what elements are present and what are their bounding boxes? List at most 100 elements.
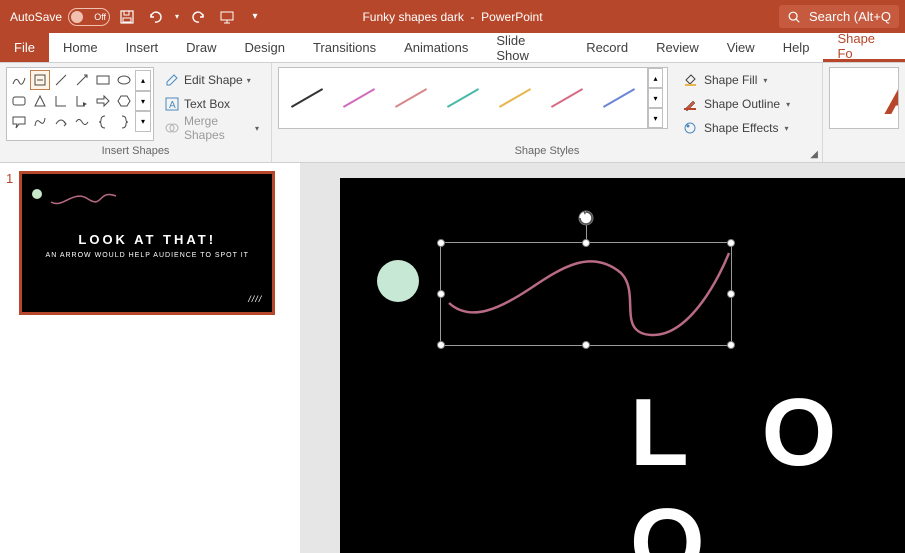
resize-handle-ne[interactable] (727, 239, 735, 247)
tab-record[interactable]: Record (572, 33, 642, 62)
shape-fill-button[interactable]: Shape Fill ▾ (678, 69, 794, 91)
shape-effects-button[interactable]: Shape Effects ▾ (678, 117, 794, 139)
present-from-beginning-button[interactable] (216, 6, 238, 28)
shape-right-brace-icon[interactable] (114, 112, 134, 132)
gallery-more-icon[interactable]: ▾ (135, 111, 151, 132)
shape-curved-arrow-icon[interactable] (51, 112, 71, 132)
style-preset[interactable] (595, 75, 643, 121)
paint-bucket-icon (682, 72, 698, 88)
resize-handle-w[interactable] (437, 290, 445, 298)
undo-button[interactable] (144, 6, 166, 28)
gallery-more-icon[interactable]: ▾ (648, 108, 663, 128)
svg-text:A: A (169, 100, 176, 111)
shape-gallery-scroll[interactable]: ▴ ▾ ▾ (135, 70, 151, 132)
undo-dropdown[interactable]: ▾ (172, 6, 182, 28)
tab-slide-show[interactable]: Slide Show (482, 33, 572, 62)
slide-scribble-shape[interactable] (441, 243, 733, 347)
style-preset[interactable] (387, 75, 435, 121)
selection-bounding-box[interactable] (440, 242, 732, 346)
pen-icon (682, 96, 698, 112)
resize-handle-nw[interactable] (437, 239, 445, 247)
chevron-down-icon: ▾ (763, 76, 767, 85)
shape-elbow-arrow-icon[interactable] (72, 91, 92, 111)
tab-insert[interactable]: Insert (112, 33, 173, 62)
rotation-handle[interactable] (577, 209, 595, 227)
style-preset[interactable] (543, 75, 591, 121)
shape-arrow-line-icon[interactable] (72, 70, 92, 90)
gallery-down-icon[interactable]: ▾ (135, 91, 151, 112)
autosave-toggle[interactable]: Off (68, 8, 110, 26)
chevron-down-icon: ▾ (785, 124, 789, 133)
thumb-title: LOOK AT THAT! (22, 232, 272, 247)
search-icon (787, 10, 801, 24)
slide-thumbnail[interactable]: LOOK AT THAT! AN ARROW WOULD HELP AUDIEN… (19, 171, 275, 315)
chevron-down-icon: ▾ (786, 100, 790, 109)
gallery-up-icon[interactable]: ▴ (135, 70, 151, 91)
style-preset[interactable] (491, 75, 539, 121)
tab-home[interactable]: Home (49, 33, 112, 62)
slide-thumbnail-pane[interactable]: 1 LOOK AT THAT! AN ARROW WOULD HELP AUDI… (0, 163, 300, 553)
shape-wave-icon[interactable] (72, 112, 92, 132)
merge-shapes-button: Merge Shapes ▾ (160, 117, 263, 139)
resize-handle-e[interactable] (727, 290, 735, 298)
tab-view[interactable]: View (713, 33, 769, 62)
tab-help[interactable]: Help (769, 33, 824, 62)
resize-handle-s[interactable] (582, 341, 590, 349)
shape-freeform-icon[interactable] (30, 112, 50, 132)
slide-number: 1 (6, 171, 13, 545)
resize-handle-se[interactable] (727, 341, 735, 349)
tab-animations[interactable]: Animations (390, 33, 482, 62)
resize-handle-sw[interactable] (437, 341, 445, 349)
shape-scribble-icon[interactable] (9, 70, 29, 90)
wordart-gallery[interactable]: A (829, 67, 899, 129)
shape-gallery[interactable]: ▴ ▾ ▾ (6, 67, 154, 141)
text-box-button[interactable]: A Text Box (160, 93, 263, 115)
tab-draw[interactable]: Draw (172, 33, 230, 62)
style-gallery-scroll[interactable]: ▴ ▾ ▾ (647, 68, 663, 128)
shape-rectangle-icon[interactable] (93, 70, 113, 90)
tab-shape-format[interactable]: Shape Fo (823, 33, 905, 62)
shape-rounded-rect-icon[interactable] (9, 91, 29, 111)
qat-customize-button[interactable]: ▾ (244, 6, 266, 28)
shape-left-brace-icon[interactable] (93, 112, 113, 132)
resize-handle-n[interactable] (582, 239, 590, 247)
tab-transitions[interactable]: Transitions (299, 33, 390, 62)
edit-shape-label: Edit Shape (184, 73, 243, 87)
effects-icon (682, 120, 698, 136)
shape-triangle-icon[interactable] (30, 91, 50, 111)
shape-fill-label: Shape Fill (704, 73, 757, 87)
shape-outline-label: Shape Outline (704, 97, 780, 111)
shape-outline-button[interactable]: Shape Outline ▾ (678, 93, 794, 115)
tab-file[interactable]: File (0, 33, 49, 62)
style-preset[interactable] (439, 75, 487, 121)
thumb-circle-shape (32, 189, 42, 199)
style-preset[interactable] (283, 75, 331, 121)
slide-circle-shape[interactable] (377, 260, 419, 302)
gallery-up-icon[interactable]: ▴ (648, 68, 663, 88)
style-preset[interactable] (335, 75, 383, 121)
shape-l-connector-icon[interactable] (51, 91, 71, 111)
search-placeholder: Search (Alt+Q (809, 9, 891, 24)
shape-line-icon[interactable] (51, 70, 71, 90)
slide-editor-pane[interactable]: L O O (300, 163, 905, 553)
search-box[interactable]: Search (Alt+Q (779, 5, 899, 28)
thumb-decor-lines: //// (248, 294, 262, 304)
tab-review[interactable]: Review (642, 33, 713, 62)
shape-callout-icon[interactable] (9, 112, 29, 132)
ribbon-body: ▴ ▾ ▾ Edit Shape ▾ A Text Box Merge Sha (0, 63, 905, 163)
slide-canvas[interactable]: L O O (340, 178, 905, 553)
save-icon[interactable] (116, 6, 138, 28)
redo-button[interactable] (188, 6, 210, 28)
shape-block-arrow-icon[interactable] (93, 91, 113, 111)
tab-design[interactable]: Design (231, 33, 299, 62)
edit-shape-button[interactable]: Edit Shape ▾ (160, 69, 263, 91)
chevron-down-icon: ▾ (247, 76, 251, 85)
gallery-down-icon[interactable]: ▾ (648, 88, 663, 108)
shape-textbox-icon[interactable] (30, 70, 50, 90)
shape-oval-icon[interactable] (114, 70, 134, 90)
thumb-subtitle: AN ARROW WOULD HELP AUDIENCE TO SPOT IT (22, 252, 272, 259)
shape-style-gallery[interactable]: ▴ ▾ ▾ (278, 67, 668, 129)
shape-hexagon-icon[interactable] (114, 91, 134, 111)
dialog-launcher-icon[interactable]: ◢ (810, 149, 818, 160)
shape-effects-label: Shape Effects (704, 121, 779, 135)
